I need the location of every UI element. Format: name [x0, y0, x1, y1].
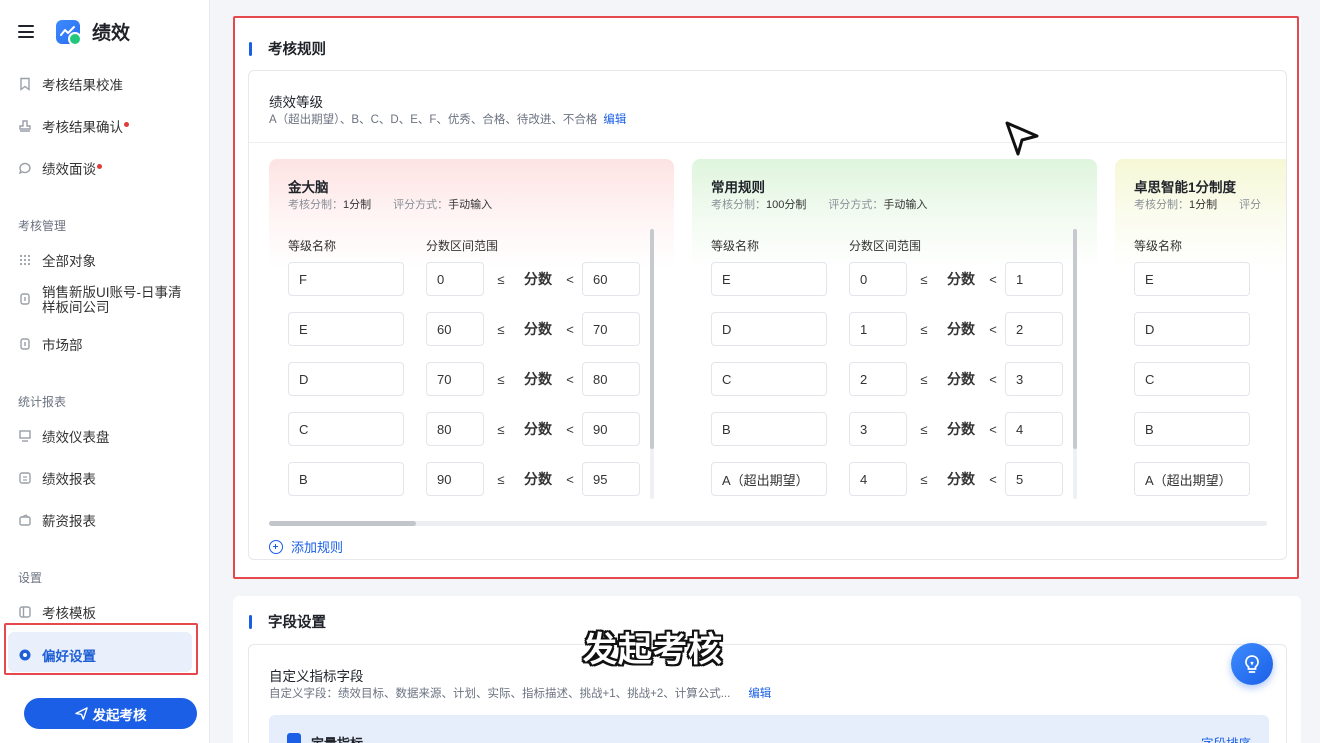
- sidebar-item-label: 考核结果校准: [42, 78, 123, 93]
- menu-icon[interactable]: [18, 25, 34, 38]
- chat-icon: [18, 162, 31, 175]
- bookmark-icon: [20, 77, 30, 91]
- sidebar-item-label: 考核结果确认: [42, 120, 123, 135]
- fields-card: 字段设置 自定义指标字段 自定义字段：绩效目标、数据来源、计划、实际、指标描述、…: [233, 596, 1301, 743]
- stamp-icon: [19, 120, 31, 132]
- sidebar-item-label: 销售新版UI账号-日事清样板间公司: [42, 285, 182, 315]
- sidebar-item-market[interactable]: 市场部: [18, 334, 83, 354]
- sidebar-item-company[interactable]: 销售新版UI账号-日事清样板间公司: [18, 285, 192, 315]
- sidebar-item-label: 绩效仪表盘: [42, 430, 110, 445]
- section-label-settings: 设置: [18, 571, 43, 585]
- custom-fields-desc-text: 自定义字段：绩效目标、数据来源、计划、实际、指标描述、挑战+1、挑战+2、计算公…: [269, 688, 731, 700]
- building-icon: [20, 293, 30, 305]
- sidebar-item-salary[interactable]: 薪资报表: [18, 510, 96, 530]
- quant-label: 定量指标: [311, 733, 363, 743]
- launch-assessment-label: 发起考核: [92, 707, 147, 723]
- quant-indicator-bar: 定量指标 字段排序: [269, 715, 1269, 743]
- sidebar-item-label: 市场部: [42, 338, 83, 353]
- section-label-reports: 统计报表: [18, 395, 67, 409]
- brand: 绩效: [18, 18, 131, 46]
- sidebar-item-label: 全部对象: [42, 254, 96, 269]
- launch-assessment-button[interactable]: 发起考核: [24, 698, 197, 729]
- fields-title: 字段设置: [249, 611, 326, 632]
- sidebar-item-dashboard[interactable]: 绩效仪表盘: [18, 426, 110, 446]
- checkbox-icon[interactable]: [287, 733, 301, 743]
- app-logo-icon: [56, 19, 82, 46]
- custom-fields-panel: 自定义指标字段 自定义字段：绩效目标、数据来源、计划、实际、指标描述、挑战+1、…: [248, 644, 1287, 743]
- edit-fields-link[interactable]: 编辑: [748, 688, 771, 700]
- dashboard-icon: [19, 430, 31, 442]
- sidebar-item-confirm[interactable]: 考核结果确认: [18, 116, 129, 136]
- cursor-icon: [1005, 121, 1039, 156]
- custom-fields-desc: 自定义字段：绩效目标、数据来源、计划、实际、指标描述、挑战+1、挑战+2、计算公…: [269, 685, 771, 701]
- highlight-frame: [4, 623, 198, 675]
- wallet-icon: [19, 514, 31, 526]
- sidebar-item-label: 绩效面谈: [42, 162, 96, 177]
- sidebar-item-label: 考核模板: [42, 606, 96, 621]
- report-icon: [19, 472, 31, 484]
- assistant-button[interactable]: [1231, 643, 1273, 685]
- sidebar-item-label: 薪资报表: [42, 514, 96, 529]
- video-subtitle: 发起考核: [583, 631, 723, 669]
- sidebar-item-report[interactable]: 绩效报表: [18, 468, 96, 488]
- notification-dot: [124, 121, 129, 127]
- fields-title-text: 字段设置: [268, 615, 326, 631]
- sidebar-item-all-objects[interactable]: 全部对象: [18, 250, 96, 270]
- custom-fields-title: 自定义指标字段: [269, 669, 364, 684]
- building-icon: [20, 338, 30, 350]
- send-icon: [74, 707, 88, 720]
- lightbulb-icon: [1245, 655, 1259, 673]
- sidebar-item-interview[interactable]: 绩效面谈: [18, 158, 102, 178]
- sidebar-item-calibration[interactable]: 考核结果校准: [18, 74, 123, 94]
- sidebar: 绩效 考核结果校准 考核结果确认 绩效面谈 考核管理 全部对象 销售新版UI账号…: [0, 0, 210, 743]
- sidebar-item-label: 绩效报表: [42, 472, 96, 487]
- highlight-frame: [233, 16, 1299, 579]
- section-label-manage: 考核管理: [18, 219, 67, 233]
- sidebar-item-templates[interactable]: 考核模板: [18, 602, 96, 622]
- template-icon: [19, 606, 31, 618]
- field-sort-link[interactable]: 字段排序: [1201, 733, 1251, 743]
- notification-dot: [97, 163, 102, 169]
- grid-dots-icon: [19, 254, 31, 266]
- app-title: 绩效: [92, 23, 131, 44]
